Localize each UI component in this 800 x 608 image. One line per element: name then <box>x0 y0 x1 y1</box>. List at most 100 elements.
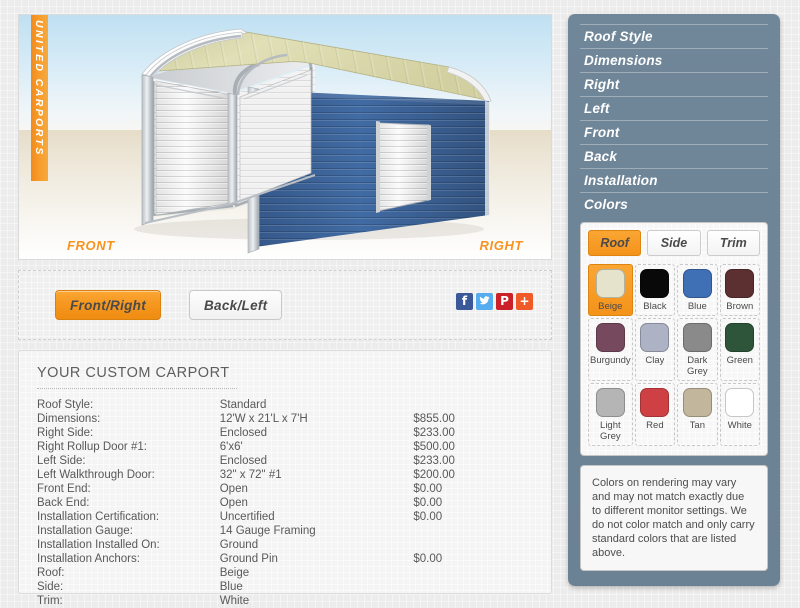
more-share-icon[interactable]: + <box>516 293 533 310</box>
color-chip <box>725 323 755 352</box>
spec-row-price: $0.00 <box>413 553 443 565</box>
spec-row: Dimensions: 12'W x 21'L x 7'H $855.00 <box>37 412 533 426</box>
sidebar-item-right[interactable]: Right <box>580 72 768 96</box>
spec-row-price: $0.00 <box>413 497 443 509</box>
pinterest-share-icon[interactable]: P <box>496 293 513 310</box>
sidebar-item-roof-style[interactable]: Roof Style <box>580 24 768 48</box>
spec-row-label: Trim: <box>37 595 63 607</box>
sidebar-item-front[interactable]: Front <box>580 120 768 144</box>
spec-panel-title: YOUR CUSTOM CARPORT <box>37 365 230 381</box>
color-swatch-label: Burgundy <box>590 355 631 366</box>
color-swatch-label: Tan <box>689 420 705 431</box>
spec-row: Roof Style: Standard <box>37 398 533 412</box>
color-swatch-dark-grey[interactable]: Dark Grey <box>677 318 718 381</box>
spec-row-price <box>413 566 533 580</box>
spec-row-label: Front End: <box>37 483 91 495</box>
spec-row-price: $0.00 <box>413 511 443 523</box>
spec-row-price <box>413 524 533 538</box>
logo-text: UNITED CARPORTS <box>33 20 45 157</box>
spec-row-value: 32" x 72" #1 <box>219 469 282 481</box>
spec-row-price <box>413 538 533 552</box>
spec-row-value: Open <box>219 497 248 509</box>
color-swatch-label: Dark Grey <box>687 355 708 377</box>
color-swatch-label: Brown <box>726 301 754 312</box>
color-chip <box>682 323 712 352</box>
sidebar-item-left[interactable]: Left <box>580 96 768 120</box>
color-swatch-label: Beige <box>598 301 623 312</box>
sidebar-item-dimensions[interactable]: Dimensions <box>580 48 768 72</box>
color-tab-roof[interactable]: Roof <box>588 230 642 256</box>
colors-card: Roof Side Trim Beige Black Blue Brown Burgundy… <box>580 222 768 456</box>
color-swatch-beige[interactable]: Beige <box>588 264 633 316</box>
spec-row-label: Roof: <box>37 567 65 579</box>
spec-row-value: Blue <box>219 581 243 593</box>
color-swatch-blue[interactable]: Blue <box>677 264 718 316</box>
spec-row-price: $0.00 <box>413 483 443 495</box>
spec-row: Front End: Open $0.00 <box>37 482 533 496</box>
color-chip <box>682 269 712 298</box>
spec-row-label: Right Rollup Door #1: <box>37 441 147 453</box>
color-swatch-label: Green <box>726 355 753 366</box>
spec-row: Side: Blue <box>37 580 533 594</box>
view-front-right-button[interactable]: Front/Right <box>55 290 162 320</box>
color-chip <box>595 323 625 352</box>
sidebar-item-back[interactable]: Back <box>580 144 768 168</box>
color-swatch-black[interactable]: Black <box>634 264 676 316</box>
color-swatch-brown[interactable]: Brown <box>719 264 760 316</box>
color-swatch-red[interactable]: Red <box>634 383 676 446</box>
sidebar-item-colors[interactable]: Colors <box>580 192 768 216</box>
color-category-tabs: Roof Side Trim <box>588 230 760 256</box>
spec-row-price <box>413 580 533 594</box>
spec-row-label: Installation Anchors: <box>37 553 140 565</box>
united-carports-logo: UNITED CARPORTS <box>31 15 48 181</box>
color-swatch-clay[interactable]: Clay <box>634 318 676 381</box>
spec-row-label: Side: <box>37 581 64 593</box>
spec-row: Right Side: Enclosed $233.00 <box>37 426 533 440</box>
color-disclaimer: Colors on rendering may vary and may not… <box>580 465 768 571</box>
spec-row-label: Left Walkthrough Door: <box>37 469 155 481</box>
carport-render-panel: UNITED CARPORTS FRONT RIGHT <box>18 14 552 260</box>
color-swatch-label: White <box>727 420 752 431</box>
spec-row-value: Enclosed <box>219 427 268 439</box>
color-swatch-label: Blue <box>687 301 707 312</box>
spec-row-label: Installation Gauge: <box>37 525 133 537</box>
view-toolbar-panel: Front/Right Back/Left f P + <box>18 270 552 340</box>
facebook-share-icon[interactable]: f <box>456 293 473 310</box>
spec-row-value: Standard <box>219 399 267 411</box>
color-chip <box>640 388 670 417</box>
color-swatch-burgundy[interactable]: Burgundy <box>588 318 633 381</box>
color-swatch-label: Black <box>643 301 667 312</box>
color-chip <box>595 269 625 298</box>
spec-row-value: Ground Pin <box>219 553 278 565</box>
spec-row: Trim: White <box>37 594 533 608</box>
spec-row-label: Installation Installed On: <box>37 539 160 551</box>
color-chip <box>595 388 625 417</box>
twitter-share-icon[interactable] <box>476 293 493 310</box>
carport-spec-panel: YOUR CUSTOM CARPORT Roof Style: Standard D… <box>18 350 552 607</box>
spec-row-price <box>413 398 533 412</box>
color-tab-side[interactable]: Side <box>647 230 701 256</box>
spec-row-value: 6'x6' <box>219 441 243 453</box>
color-swatch-tan[interactable]: Tan <box>677 383 718 446</box>
spec-row-value: Beige <box>219 567 250 579</box>
spec-row-value: 12'W x 21'L x 7'H <box>219 413 308 425</box>
color-swatch-white[interactable]: White <box>719 383 760 446</box>
color-swatch-light-grey[interactable]: Light Grey <box>588 383 633 446</box>
configurator-sidebar: Roof Style Dimensions Right Left Front Back In… <box>568 14 780 586</box>
spec-row-price: $855.00 <box>413 413 455 425</box>
view-back-left-button[interactable]: Back/Left <box>189 290 283 320</box>
spec-row: Left Side: Enclosed $233.00 <box>37 454 533 468</box>
color-chip <box>725 269 755 298</box>
render-front-label: FRONT <box>67 238 115 253</box>
spec-row-label: Back End: <box>37 497 90 509</box>
spec-row-label: Installation Certification: <box>37 511 160 523</box>
color-swatch-label: Clay <box>645 355 665 366</box>
spec-row: Installation Installed On: Ground <box>37 538 533 552</box>
color-tab-trim[interactable]: Trim <box>706 230 760 256</box>
spec-row-value: White <box>219 595 250 607</box>
spec-divider <box>37 388 237 389</box>
sidebar-item-installation[interactable]: Installation <box>580 168 768 192</box>
color-chip <box>640 323 670 352</box>
spec-row: Roof: Beige <box>37 566 533 580</box>
color-swatch-green[interactable]: Green <box>719 318 760 381</box>
